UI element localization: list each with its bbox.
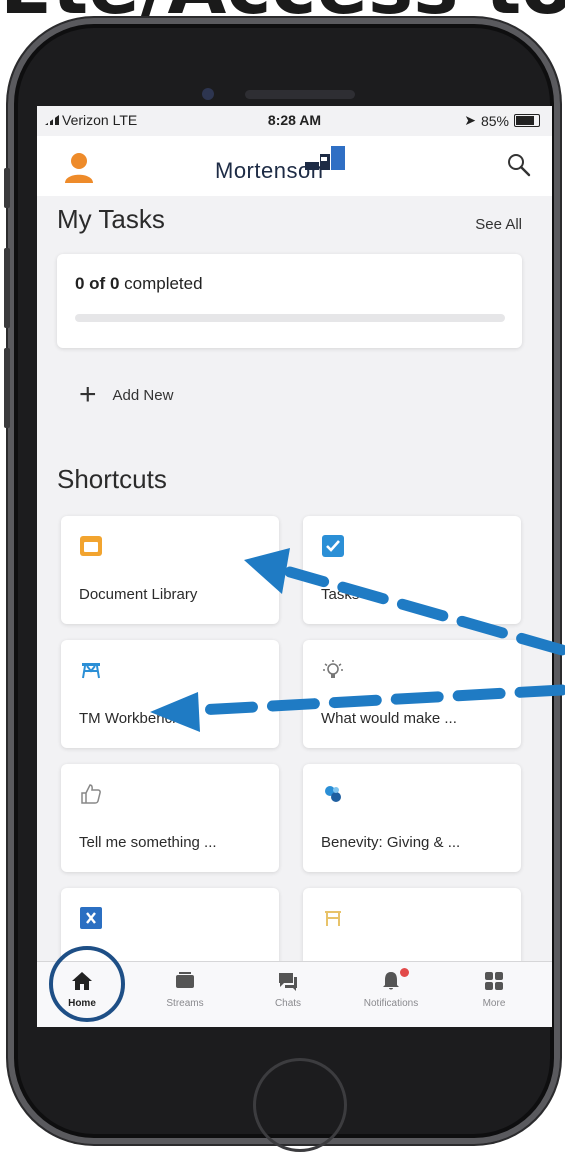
shortcut-document-library[interactable]: Document Library <box>61 516 279 624</box>
mute-switch <box>4 168 10 208</box>
shortcut-label: Tell me something ... <box>79 834 217 851</box>
person-icon[interactable] <box>64 152 94 184</box>
shortcuts-title: Shortcuts <box>57 464 167 494</box>
notification-badge <box>400 968 409 977</box>
shortcut-benevity[interactable]: Benevity: Giving & ... <box>303 764 521 872</box>
benevity-icon <box>325 786 341 802</box>
volume-up-button <box>4 248 10 328</box>
thumbs-up-icon <box>81 784 101 804</box>
shortcut-label: TM Workbench <box>79 710 181 727</box>
folder-icon <box>80 536 102 556</box>
tab-label: More <box>482 998 506 1009</box>
shortcut-tm-workbench[interactable]: TM Workbench <box>61 640 279 748</box>
shortcut-label: Benevity: Giving & ... <box>321 834 461 851</box>
home-hardware-button[interactable] <box>253 1058 347 1152</box>
shortcut-label: Tasks <box>321 586 360 603</box>
tab-more[interactable]: More <box>449 970 539 1009</box>
add-new-button[interactable]: + Add New <box>79 380 173 410</box>
plus-icon: + <box>79 378 97 411</box>
tab-label: Notifications <box>363 998 419 1009</box>
bottom-tab-bar: Home Streams Chats Notifications More <box>37 961 552 1027</box>
logo-text: Mortenson <box>215 158 324 183</box>
battery-percent: 85% <box>480 112 509 129</box>
streams-icon <box>176 972 194 988</box>
earpiece <box>245 90 355 99</box>
workbench-icon <box>82 663 100 679</box>
shortcut-what-would-make[interactable]: What would make ... <box>303 640 521 748</box>
add-new-label: Add New <box>112 386 174 404</box>
chat-icon <box>279 973 297 991</box>
task-progress-bar <box>75 314 505 322</box>
app-screen: Verizon LTE 8:28 AM ➤ 85% Mortenson My T… <box>37 106 552 1027</box>
completed-suffix: completed <box>119 274 203 293</box>
tab-label: Chats <box>274 998 302 1009</box>
shortcut-label: Document Library <box>79 586 198 603</box>
tab-notifications[interactable]: Notifications <box>346 968 436 1009</box>
checkbox-icon <box>322 535 344 557</box>
battery-icon <box>514 114 540 127</box>
tab-label: Home <box>68 998 96 1009</box>
tab-streams[interactable]: Streams <box>140 970 230 1009</box>
front-camera <box>202 88 214 100</box>
my-tasks-title: My Tasks <box>57 204 165 234</box>
lightbulb-icon <box>323 660 343 678</box>
task-summary-card[interactable]: 0 of 0 completed <box>57 254 522 348</box>
bell-icon <box>383 972 399 990</box>
tab-home[interactable]: Home <box>37 970 127 1009</box>
sign-icon <box>325 911 341 926</box>
see-all-link[interactable]: See All <box>475 216 522 233</box>
tab-label: Streams <box>166 998 204 1009</box>
completed-text: 0 of 0 completed <box>75 274 203 294</box>
shortcut-tell-me-something[interactable]: Tell me something ... <box>61 764 279 872</box>
status-right: ➤ 85% <box>464 112 540 129</box>
app-header: Mortenson <box>37 136 552 196</box>
volume-down-button <box>4 348 10 428</box>
location-icon: ➤ <box>464 112 476 128</box>
home-icon <box>72 972 92 990</box>
grid-icon <box>485 972 503 990</box>
status-bar: Verizon LTE 8:28 AM ➤ 85% <box>37 106 552 136</box>
tab-chats[interactable]: Chats <box>243 970 333 1009</box>
mortenson-logo: Mortenson <box>215 144 365 188</box>
search-icon[interactable] <box>506 152 532 178</box>
completed-count: 0 of 0 <box>75 274 120 293</box>
shortcut-tasks[interactable]: Tasks <box>303 516 521 624</box>
x-icon <box>80 907 102 929</box>
shortcut-label: What would make ... <box>321 710 457 727</box>
